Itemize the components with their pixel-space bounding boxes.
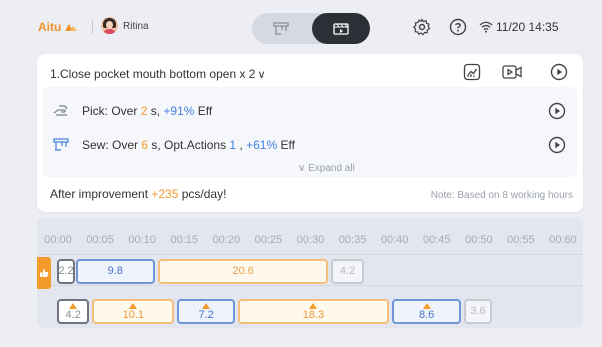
- clock: 11/20 14:35: [496, 20, 559, 34]
- timeline-segment[interactable]: 20.6: [158, 259, 329, 284]
- segment-duration: 18.3: [302, 308, 325, 321]
- timeline-tick-label: 00:30: [296, 234, 325, 246]
- machine-icon: [273, 21, 289, 35]
- thumbs-up-icon[interactable]: [37, 257, 51, 289]
- sewing-machine-icon: [53, 138, 69, 151]
- timeline-tick-label: 00:60: [549, 234, 577, 246]
- username[interactable]: Ritina: [123, 21, 149, 32]
- segment-duration: 4.2: [339, 265, 356, 277]
- video-icon[interactable]: [502, 62, 522, 82]
- app-logo: Aitu: [38, 20, 78, 34]
- operation-title[interactable]: 1.Close pocket mouth bottom open x 2 ∨: [50, 67, 266, 81]
- video-board-icon: [333, 22, 349, 35]
- segment-duration: 9.8: [107, 265, 123, 277]
- timeline-tick-label: 00:55: [507, 234, 535, 246]
- segment-duration: 8.6: [419, 308, 435, 321]
- sew-row: Sew: Over 6 s, Opt.Actions 1 , +61% Eff: [43, 132, 577, 158]
- warning-triangle-icon: [202, 302, 211, 309]
- timeline-tick-label: 00:10: [128, 234, 156, 246]
- timeline-tick-label: 00:00: [44, 234, 72, 246]
- segment-duration: 4.2: [65, 308, 81, 321]
- logo-mark-icon: [65, 24, 78, 31]
- pick-row: Pick: Over 2 s, +91% Eff: [43, 98, 577, 124]
- timeline-segment[interactable]: 8.6: [391, 299, 462, 324]
- divider: [92, 20, 93, 34]
- timeline-tick-label: 00:40: [380, 234, 409, 246]
- settings-icon[interactable]: [412, 17, 432, 37]
- segment-duration: 7.2: [198, 308, 214, 321]
- pick-unit: s,: [147, 104, 164, 118]
- pick-eff-label: Eff: [194, 104, 213, 118]
- operation-title-text: 1.Close pocket mouth bottom open x 2: [50, 67, 256, 81]
- step-detail-panel: Pick: Over 2 s, +91% Eff Sew: Over 6 s, …: [43, 87, 577, 177]
- segment-duration: 3.6: [470, 305, 486, 317]
- timeline-axis: 00:00 00:05 00:10 00:15 00:20 00:25 00:30 00:35…: [37, 234, 583, 248]
- warning-triangle-icon: [69, 302, 78, 309]
- view-toggle: [252, 13, 370, 44]
- timeline-tick-label: 00:45: [422, 234, 451, 246]
- avatar[interactable]: [101, 17, 118, 34]
- pick-prefix: Pick: Over: [82, 104, 141, 118]
- pick-efficiency: +91%: [163, 104, 195, 118]
- sew-text: Sew: Over 6 s, Opt.Actions 1 , +61% Eff: [82, 138, 295, 152]
- timeline-lane-current: 2.2 9.8 20.6 4.2: [37, 254, 583, 286]
- pick-text: Pick: Over 2 s, +91% Eff: [82, 104, 212, 118]
- play-icon[interactable]: [548, 136, 566, 154]
- timeline-segment[interactable]: 10.1: [92, 299, 175, 324]
- timeline-segment[interactable]: 9.8: [75, 259, 155, 284]
- chevron-down-icon: ∨: [257, 69, 266, 81]
- segment-duration: 20.6: [232, 265, 254, 277]
- pick-hand-icon: [53, 105, 68, 116]
- timeline-tick-label: 00:50: [465, 234, 493, 246]
- timeline-panel: 00:00 00:05 00:10 00:15 00:20 00:25 00:30 00:35…: [37, 218, 583, 328]
- timeline-segment[interactable]: 2.2: [57, 259, 75, 284]
- timeline-tick-label: 00:25: [254, 234, 283, 246]
- sew-sep: ,: [236, 138, 247, 152]
- improvement-suffix: pcs/day!: [178, 187, 227, 201]
- play-icon[interactable]: [549, 62, 569, 82]
- video-view-button[interactable]: [312, 13, 370, 44]
- timeline-tick-label: 00:15: [170, 234, 199, 246]
- sew-unit: s, Opt.Actions: [148, 138, 230, 152]
- timeline-tick-label: 00:35: [338, 234, 367, 246]
- timeline-tick-label: 00:20: [212, 234, 241, 246]
- expand-all-link[interactable]: ∨ Expand all: [298, 163, 355, 174]
- warning-triangle-icon: [309, 302, 318, 309]
- timeline-segment[interactable]: 3.6: [464, 299, 492, 324]
- machine-view-button[interactable]: [252, 13, 310, 44]
- wifi-icon: [479, 21, 493, 33]
- timeline-segment[interactable]: 7.2: [177, 299, 235, 324]
- timeline-segment[interactable]: 4.2: [57, 299, 90, 324]
- note-text: Note: Based on 8 working hours: [430, 190, 573, 201]
- timeline-tick-label: 00:05: [86, 234, 114, 246]
- operation-card: 1.Close pocket mouth bottom open x 2 ∨ Pi…: [37, 54, 583, 212]
- sew-efficiency: +61%: [246, 138, 278, 152]
- improvement-summary: After improvement +235 pcs/day!: [50, 187, 226, 201]
- play-icon[interactable]: [548, 102, 566, 120]
- timeline-lane-improved: 4.2 10.1 7.2 18.3 8.6 3.6: [37, 295, 583, 327]
- help-icon[interactable]: [448, 17, 468, 37]
- improvement-value: +235: [151, 187, 179, 201]
- timeline-segment[interactable]: 4.2: [331, 259, 364, 284]
- timeline-segment[interactable]: 18.3: [237, 299, 389, 324]
- sew-eff-label: Eff: [277, 138, 295, 152]
- segment-duration: 10.1: [122, 308, 145, 321]
- chart-icon[interactable]: [462, 62, 482, 82]
- segment-duration: 2.2: [58, 265, 74, 277]
- sew-prefix: Sew: Over: [82, 138, 142, 152]
- warning-triangle-icon: [129, 302, 138, 309]
- warning-triangle-icon: [422, 302, 431, 309]
- logo-text: Aitu: [38, 20, 62, 34]
- improvement-prefix: After improvement: [50, 187, 152, 201]
- top-bar: Aitu Ritina 11/20 14:35: [0, 0, 602, 56]
